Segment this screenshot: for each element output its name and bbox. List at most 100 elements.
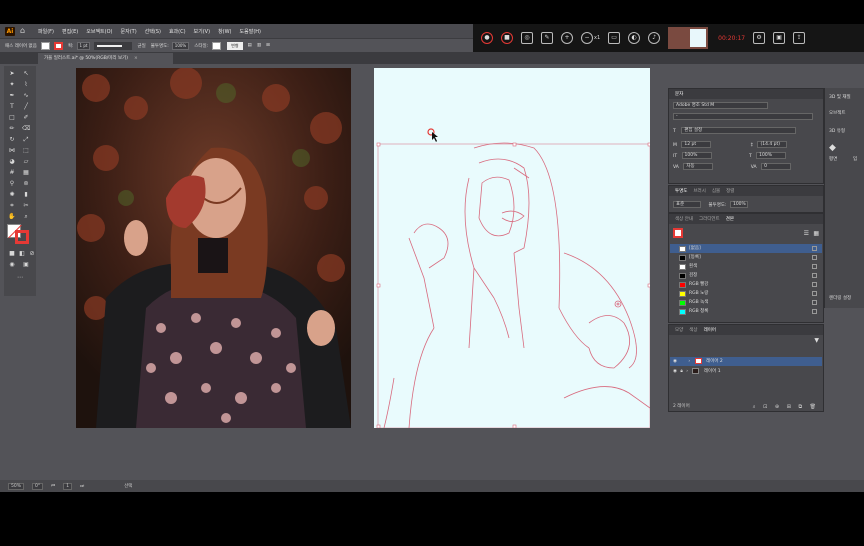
menu-type[interactable]: 문자(T) xyxy=(121,28,137,35)
character-panel-title[interactable]: 문자 xyxy=(675,91,683,97)
stroke-weight-field[interactable]: 1 pt xyxy=(76,41,91,50)
swatch-chip[interactable] xyxy=(679,291,686,297)
none-mode-icon[interactable]: ⊘ xyxy=(28,250,36,258)
gradient-mode-icon[interactable]: ◧ xyxy=(18,250,26,258)
zoom-tool-icon[interactable]: ⌕ xyxy=(22,213,30,221)
tracking-field[interactable]: 0 xyxy=(761,163,792,170)
grid-view-icon[interactable]: ▦ xyxy=(813,230,819,237)
curvature-tool-icon[interactable]: ∿ xyxy=(22,92,30,100)
rotation-field[interactable]: 0° xyxy=(32,482,44,490)
menu-view[interactable]: 보기(V) xyxy=(194,28,211,35)
lasso-icon[interactable]: ⌇ xyxy=(22,81,30,89)
close-tab-icon[interactable]: × xyxy=(134,56,138,61)
graph-icon[interactable]: ▮ xyxy=(22,191,30,199)
pencil-icon[interactable]: ✏ xyxy=(8,125,16,133)
tab-transparency[interactable]: 투명도 xyxy=(675,188,687,194)
lock-icon[interactable]: 🔒︎ xyxy=(680,369,682,374)
monitor-icon[interactable]: ▣ xyxy=(773,32,786,44)
direct-selection-tool-icon[interactable]: ↖ xyxy=(22,70,30,78)
tab-brushes[interactable]: 브러시 xyxy=(693,188,705,194)
stroke-profile-dropdown[interactable] xyxy=(94,41,133,50)
magic-wand-icon[interactable]: ✦ xyxy=(8,81,16,89)
menu-object[interactable]: 오브젝트(O) xyxy=(86,28,112,35)
visibility-eye-icon[interactable]: ◉ xyxy=(673,359,677,364)
eyedropper-icon[interactable]: ⚲ xyxy=(8,180,16,188)
3d-panel-title[interactable]: 3D 및 재질 xyxy=(829,94,851,100)
fill-stroke-control[interactable] xyxy=(7,224,33,246)
symbol-sprayer-icon[interactable]: ✺ xyxy=(8,191,16,199)
first-artboard-icon[interactable]: ⏮ xyxy=(51,483,55,489)
eraser-icon[interactable]: ⌫ xyxy=(22,125,30,133)
pen-tool-icon[interactable]: ✒ xyxy=(8,92,16,100)
mesh-icon[interactable]: # xyxy=(8,169,16,177)
edit-settings-field[interactable]: 편집 설정 xyxy=(681,127,797,134)
blend-icon[interactable]: ⊚ xyxy=(22,180,30,188)
artboard-tool-icon[interactable]: ⌗ xyxy=(8,202,16,210)
mic-icon[interactable]: ♪ xyxy=(648,32,661,44)
visibility-eye-icon[interactable]: ◉ xyxy=(673,369,677,374)
gradient-icon[interactable]: ▦ xyxy=(22,169,30,177)
font-family-row[interactable]: Adobe 명조 Std M xyxy=(673,102,819,110)
swatch-name[interactable]: 흰색 xyxy=(689,264,697,270)
list-view-icon[interactable]: ☰ xyxy=(804,230,809,237)
artboard[interactable] xyxy=(374,68,650,428)
zoom-field[interactable]: 50% xyxy=(8,482,25,490)
stroke-color-icon[interactable] xyxy=(15,230,29,244)
swatch-chip[interactable] xyxy=(679,264,686,270)
line-art-drawing[interactable] xyxy=(374,68,650,428)
swatch-name[interactable]: RGB 녹색 xyxy=(689,300,708,306)
transparency-opacity-field[interactable]: 100% xyxy=(729,201,748,208)
font-size-field[interactable]: 12 pt xyxy=(681,141,712,148)
layer-name[interactable]: 레이어 2 xyxy=(706,359,723,364)
swatch-chip[interactable] xyxy=(679,300,686,306)
arrange-icon[interactable]: ▥ xyxy=(257,43,261,48)
menu-help[interactable]: 도움말(H) xyxy=(240,28,261,35)
font-family-field[interactable]: Adobe 명조 Std M xyxy=(673,102,768,109)
vertical-scale-field[interactable]: 100% xyxy=(681,152,712,159)
swatch-name[interactable]: 검정 xyxy=(689,273,697,279)
plane-icon[interactable]: ◆ xyxy=(829,143,836,153)
tab-align[interactable]: 정렬 xyxy=(726,188,734,194)
swatch-chip[interactable] xyxy=(679,255,686,261)
hand-tool-icon[interactable]: ✋ xyxy=(8,213,16,221)
perspective-icon[interactable]: ▱ xyxy=(22,158,30,166)
tab-symbols[interactable]: 심볼 xyxy=(712,188,720,194)
settings-icon[interactable]: ⚙ xyxy=(753,32,766,44)
menu-window[interactable]: 창(W) xyxy=(218,28,231,35)
tab-layers[interactable]: 레이어 xyxy=(704,327,716,333)
expand-chevron-icon[interactable]: › xyxy=(688,359,690,364)
menu-effect[interactable]: 효과(C) xyxy=(169,28,186,35)
layer-row-2[interactable]: ◉ › 레이어 2 xyxy=(670,357,822,366)
width-tool-icon[interactable]: ⋈ xyxy=(8,147,16,155)
swatch-name[interactable]: RGB 노랑 xyxy=(689,291,708,297)
layer-row-1[interactable]: ◉ 🔒︎ › 레이어 1 xyxy=(670,367,822,376)
document-tab[interactable]: 가을 일러스트.ai* @ 50%(RGB/미리 보기) × xyxy=(38,53,173,64)
layer-name[interactable]: 레이어 1 xyxy=(704,369,721,374)
style-swatch[interactable] xyxy=(212,41,222,50)
artboard-number-field[interactable]: 1 xyxy=(63,482,73,490)
filter-icon[interactable]: ▼ xyxy=(814,337,819,344)
share-icon[interactable]: ⇪ xyxy=(793,32,806,44)
swatch-name[interactable]: RGB 빨강 xyxy=(689,282,708,288)
opacity-field[interactable]: 100% xyxy=(171,41,190,50)
rectangle-tool-icon[interactable]: □ xyxy=(8,114,16,122)
swatch-chip[interactable] xyxy=(679,282,686,288)
3d-object-label[interactable]: 오브젝트 xyxy=(829,110,846,116)
tab-color[interactable]: 색상 xyxy=(689,327,697,333)
menu-edit[interactable]: 편집(E) xyxy=(62,28,78,35)
isolate-icon[interactable]: ⊞ xyxy=(266,43,270,48)
edit-toolbar-icon[interactable]: ⋯ xyxy=(16,274,24,282)
font-style-field[interactable]: - xyxy=(673,113,813,120)
swatch-chip[interactable] xyxy=(679,273,686,279)
kerning-field[interactable]: 자동 xyxy=(683,163,714,170)
screenshot-icon[interactable]: ◎ xyxy=(521,32,533,44)
blend-mode-dropdown[interactable]: 표준 xyxy=(673,201,701,208)
scale-icon[interactable]: ⤢ xyxy=(22,136,30,144)
record-icon[interactable]: ● xyxy=(481,32,493,44)
color-mode-icon[interactable]: ■ xyxy=(8,250,16,258)
home-icon[interactable]: ⌂ xyxy=(20,26,30,36)
stroke-swatch[interactable] xyxy=(53,41,63,50)
render-settings-label[interactable]: 렌더링 설정 xyxy=(829,295,851,301)
zoom-out-icon[interactable]: − xyxy=(581,32,593,44)
draw-mode-icon[interactable]: ◉ xyxy=(8,261,16,269)
